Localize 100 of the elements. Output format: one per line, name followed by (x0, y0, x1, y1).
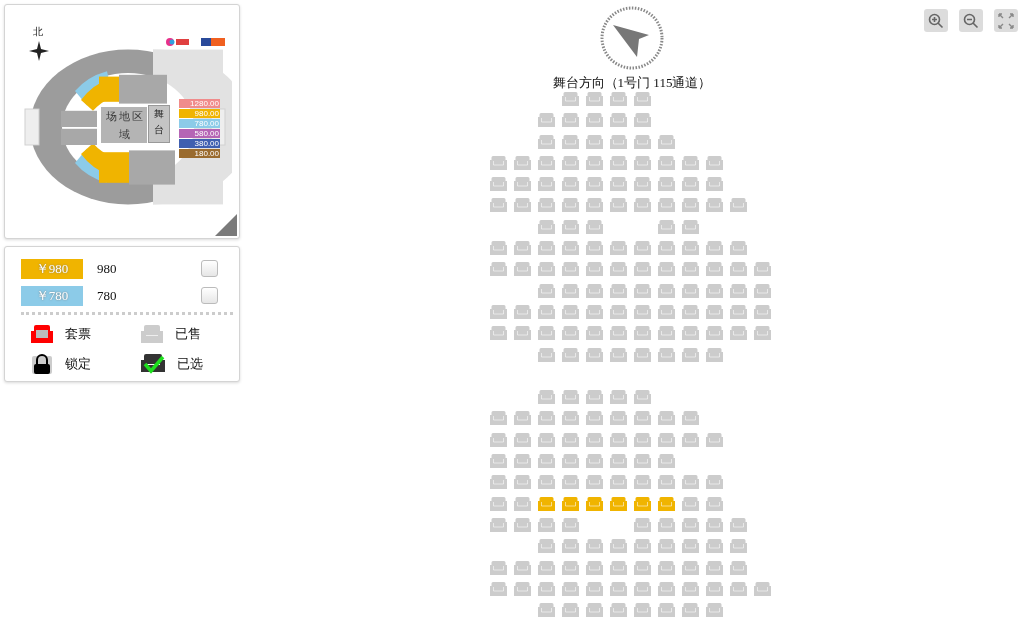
seat[interactable] (729, 198, 747, 213)
seat[interactable] (729, 241, 747, 256)
seat[interactable] (537, 432, 555, 447)
seat[interactable] (609, 155, 627, 170)
seat[interactable] (513, 560, 531, 575)
seat[interactable] (489, 560, 507, 575)
seat[interactable] (633, 113, 651, 128)
seat[interactable] (537, 454, 555, 469)
seat[interactable] (657, 219, 675, 234)
seat[interactable] (489, 581, 507, 596)
seat[interactable] (537, 560, 555, 575)
seat[interactable] (585, 560, 603, 575)
seat[interactable] (657, 454, 675, 469)
seat[interactable] (657, 304, 675, 319)
seat[interactable] (729, 539, 747, 554)
seat[interactable] (705, 432, 723, 447)
seat[interactable] (609, 304, 627, 319)
checkbox[interactable] (201, 260, 218, 277)
seat[interactable] (681, 539, 699, 554)
seat[interactable] (657, 581, 675, 596)
seat[interactable] (489, 454, 507, 469)
corner-triangle-icon[interactable] (215, 214, 237, 236)
seat[interactable] (633, 347, 651, 362)
seat[interactable] (489, 198, 507, 213)
seat[interactable] (561, 347, 579, 362)
seat[interactable] (633, 411, 651, 426)
seat[interactable] (705, 496, 723, 511)
seat[interactable] (561, 326, 579, 341)
seat[interactable] (609, 198, 627, 213)
seat[interactable] (513, 241, 531, 256)
seat[interactable] (537, 219, 555, 234)
seat[interactable] (585, 262, 603, 277)
seat[interactable] (561, 177, 579, 192)
seat[interactable] (537, 304, 555, 319)
seat[interactable] (561, 603, 579, 618)
seat[interactable] (537, 113, 555, 128)
seat[interactable] (657, 262, 675, 277)
seat[interactable] (609, 177, 627, 192)
seat[interactable] (585, 283, 603, 298)
seat[interactable] (681, 219, 699, 234)
seat[interactable] (681, 432, 699, 447)
seat[interactable] (489, 241, 507, 256)
seat[interactable] (705, 347, 723, 362)
seat[interactable] (633, 517, 651, 532)
seat[interactable] (537, 603, 555, 618)
seat[interactable] (609, 475, 627, 490)
seat[interactable] (513, 475, 531, 490)
seat[interactable] (489, 432, 507, 447)
seat[interactable] (657, 432, 675, 447)
seat[interactable] (585, 304, 603, 319)
seat[interactable] (489, 517, 507, 532)
seat[interactable] (513, 496, 531, 511)
seat[interactable] (561, 475, 579, 490)
seat[interactable] (681, 496, 699, 511)
seat[interactable] (633, 304, 651, 319)
zoom-in-button[interactable] (924, 9, 948, 32)
seat[interactable] (681, 262, 699, 277)
seat[interactable] (609, 390, 627, 405)
seat[interactable] (681, 177, 699, 192)
seat[interactable] (489, 177, 507, 192)
seat[interactable] (681, 603, 699, 618)
seat[interactable] (609, 326, 627, 341)
seat[interactable] (537, 496, 555, 511)
seat[interactable] (537, 326, 555, 341)
seat[interactable] (681, 241, 699, 256)
seat[interactable] (561, 219, 579, 234)
seat[interactable] (657, 155, 675, 170)
seat[interactable] (729, 560, 747, 575)
seat[interactable] (681, 411, 699, 426)
seat[interactable] (705, 241, 723, 256)
seat[interactable] (657, 539, 675, 554)
seat[interactable] (657, 560, 675, 575)
seat[interactable] (705, 326, 723, 341)
seat[interactable] (585, 134, 603, 149)
seat[interactable] (705, 581, 723, 596)
seat[interactable] (537, 390, 555, 405)
seat[interactable] (585, 219, 603, 234)
seat[interactable] (657, 177, 675, 192)
zoom-out-button[interactable] (959, 9, 983, 32)
seat[interactable] (513, 326, 531, 341)
seat[interactable] (537, 475, 555, 490)
seat[interactable] (681, 475, 699, 490)
seat[interactable] (489, 262, 507, 277)
seat[interactable] (705, 262, 723, 277)
seat[interactable] (681, 581, 699, 596)
seat[interactable] (609, 283, 627, 298)
seat[interactable] (657, 347, 675, 362)
seat[interactable] (705, 539, 723, 554)
seat[interactable] (633, 603, 651, 618)
seat[interactable] (585, 113, 603, 128)
seat[interactable] (537, 347, 555, 362)
seat[interactable] (609, 581, 627, 596)
seat[interactable] (633, 432, 651, 447)
seat[interactable] (561, 432, 579, 447)
seat[interactable] (633, 262, 651, 277)
seat[interactable] (537, 283, 555, 298)
seat[interactable] (681, 304, 699, 319)
seat[interactable] (585, 539, 603, 554)
seat[interactable] (633, 177, 651, 192)
seat[interactable] (513, 454, 531, 469)
